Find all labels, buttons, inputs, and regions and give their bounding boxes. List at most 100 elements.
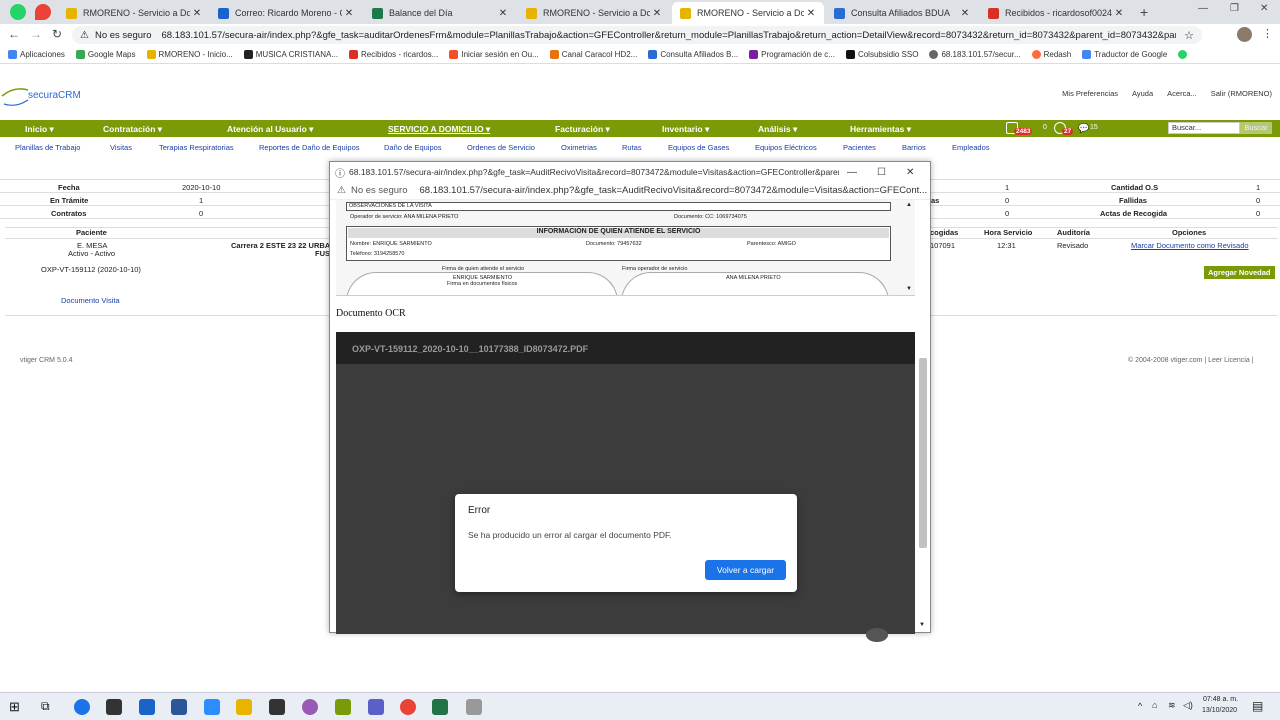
- preferences-link[interactable]: Mis Preferencias: [1062, 89, 1118, 98]
- nav-servicio-domicilio[interactable]: SERVICIO A DOMICILIO ▾: [388, 124, 490, 135]
- about-link[interactable]: Acerca...: [1167, 89, 1197, 98]
- tab-3[interactable]: Balance del Día ✕: [364, 2, 516, 24]
- file-explorer-icon[interactable]: [236, 699, 252, 715]
- tab-1[interactable]: RMORENO - Servicio a Domicil✕: [58, 2, 210, 24]
- bookmark[interactable]: Consulta Afiliados B...: [648, 50, 738, 59]
- app-icon[interactable]: [302, 699, 318, 715]
- task-view-icon[interactable]: ⧉: [41, 699, 50, 714]
- subnav-reportes[interactable]: Reportes de Daño de Equipos: [259, 143, 360, 152]
- maps-pinned-tab[interactable]: [35, 4, 51, 20]
- bookmark[interactable]: Iniciar sesión en Ou...: [449, 50, 539, 59]
- bookmark[interactable]: Colsubsidio SSO: [845, 50, 918, 59]
- zoom-icon[interactable]: [204, 699, 220, 715]
- subnav-visitas[interactable]: Visitas: [110, 143, 132, 152]
- subnav-terapias[interactable]: Terapias Respiratorias: [159, 143, 234, 152]
- notifications-icon[interactable]: ▤: [1252, 699, 1263, 713]
- agregar-novedad-button[interactable]: Agregar Novedad: [1204, 266, 1275, 279]
- terminal-icon[interactable]: [269, 699, 285, 715]
- scroll-up-icon[interactable]: ▲: [906, 202, 912, 208]
- popup-scrollbar[interactable]: [919, 358, 927, 548]
- close-icon[interactable]: ✕: [190, 8, 204, 19]
- help-link[interactable]: Ayuda: [1132, 89, 1153, 98]
- volume-icon[interactable]: ◁): [1183, 700, 1193, 711]
- url-field[interactable]: ⚠ No es seguro 68.183.101.57/secura-air/…: [72, 26, 1202, 44]
- tab-5-active[interactable]: RMORENO - Servicio a Domicil✕: [672, 2, 824, 24]
- clock-date[interactable]: 13/10/2020: [1202, 707, 1237, 714]
- subnav-gases[interactable]: Equipos de Gases: [668, 143, 729, 152]
- scroll-down-icon[interactable]: ▼: [919, 622, 925, 628]
- tab-4[interactable]: RMORENO - Servicio a Domicil✕: [518, 2, 670, 24]
- back-icon[interactable]: ←: [8, 27, 20, 41]
- nav-inicio[interactable]: Inicio ▾: [25, 124, 54, 135]
- restore-icon[interactable]: ❐: [1230, 3, 1239, 14]
- reload-icon[interactable]: ↻: [52, 27, 62, 41]
- bookmark[interactable]: 68.183.101.57/secur...: [929, 50, 1021, 59]
- chat-icon[interactable]: 💬: [1078, 123, 1089, 134]
- reload-button[interactable]: Volver a cargar: [705, 560, 786, 580]
- tab-2[interactable]: Correo: Ricardo Moreno - Outl✕: [210, 2, 362, 24]
- clock-time[interactable]: 07:48 a. m.: [1203, 696, 1238, 703]
- nav-facturacion[interactable]: Facturación ▾: [555, 124, 610, 135]
- word-icon[interactable]: [171, 699, 187, 715]
- mail-app-icon[interactable]: [139, 699, 155, 715]
- excel-icon[interactable]: [432, 699, 448, 715]
- bookmark[interactable]: RMORENO - Inicio...: [146, 50, 233, 59]
- subnav-planillas[interactable]: Planillas de Trabajo: [15, 143, 80, 152]
- maximize-icon[interactable]: ☐: [877, 167, 886, 178]
- scroll-down-icon[interactable]: ▼: [906, 286, 912, 292]
- bookmark[interactable]: Traductor de Google: [1082, 50, 1167, 59]
- pdf-fab-icon[interactable]: [866, 628, 888, 642]
- subnav-pacientes[interactable]: Pacientes: [843, 143, 876, 152]
- app-icon[interactable]: [335, 699, 351, 715]
- logout-link[interactable]: Salir (RMORENO): [1211, 89, 1272, 98]
- bookmark[interactable]: Redash: [1031, 50, 1071, 59]
- bookmark-apps[interactable]: Aplicaciones: [8, 50, 65, 59]
- wifi-icon[interactable]: ≋: [1168, 700, 1176, 711]
- close-icon[interactable]: ✕: [650, 8, 664, 19]
- tab-7[interactable]: Recibidos - ricardosof0024@gr✕: [980, 2, 1132, 24]
- close-icon[interactable]: ✕: [496, 8, 510, 19]
- app-icon[interactable]: [466, 699, 482, 715]
- whatsapp-pinned-tab[interactable]: [10, 4, 26, 20]
- subnav-ordenes[interactable]: Ordenes de Servicio: [467, 143, 535, 152]
- subnav-empleados[interactable]: Empleados: [952, 143, 990, 152]
- subnav-rutas[interactable]: Rutas: [622, 143, 642, 152]
- nav-atencion[interactable]: Atención al Usuario ▾: [227, 124, 313, 135]
- star-icon[interactable]: ☆: [1184, 29, 1194, 42]
- nav-inventario[interactable]: Inventario ▾: [662, 124, 709, 135]
- documento-visita-link[interactable]: Documento Visita: [61, 296, 120, 305]
- edge-icon[interactable]: [74, 699, 90, 715]
- bookmark[interactable]: Recibidos - ricardos...: [348, 50, 438, 59]
- search-button[interactable]: Buscar: [1240, 122, 1272, 134]
- chrome-icon[interactable]: [400, 699, 416, 715]
- close-icon[interactable]: ✕: [804, 8, 818, 19]
- nav-contratacion[interactable]: Contratación ▾: [103, 124, 162, 135]
- whatsapp-icon[interactable]: [1178, 50, 1188, 59]
- marcar-revisado-link[interactable]: Marcar Documento como Revisado: [1131, 241, 1249, 250]
- subnav-dano[interactable]: Daño de Equipos: [384, 143, 442, 152]
- bookmark[interactable]: Canal Caracol HD2...: [549, 50, 637, 59]
- subnav-electricos[interactable]: Equipos Eléctricos: [755, 143, 817, 152]
- teams-icon[interactable]: [368, 699, 384, 715]
- subnav-oximetrias[interactable]: Oximetrias: [561, 143, 597, 152]
- close-icon[interactable]: ✕: [1112, 8, 1126, 19]
- bookmark[interactable]: Google Maps: [75, 50, 136, 59]
- avatar[interactable]: [1237, 27, 1252, 42]
- network-icon[interactable]: ⌂: [1152, 700, 1157, 710]
- close-icon[interactable]: ✕: [958, 8, 972, 19]
- window-close-icon[interactable]: ✕: [1260, 3, 1268, 14]
- windows-start-icon[interactable]: ⊞: [9, 699, 20, 715]
- close-icon[interactable]: ✕: [342, 8, 356, 19]
- tray-chevron-icon[interactable]: ^: [1138, 701, 1142, 711]
- forward-icon[interactable]: →: [30, 27, 42, 41]
- nav-herramientas[interactable]: Herramientas ▾: [850, 124, 911, 135]
- menu-icon[interactable]: ⋮: [1262, 27, 1273, 40]
- close-icon[interactable]: ✕: [906, 167, 914, 178]
- bookmark[interactable]: MUSICA CRISTIANA...: [243, 50, 338, 59]
- bookmark[interactable]: Programación de c...: [749, 50, 835, 59]
- store-icon[interactable]: [106, 699, 122, 715]
- new-tab-icon[interactable]: +: [1140, 4, 1148, 20]
- subnav-barrios[interactable]: Barrios: [902, 143, 926, 152]
- search-input[interactable]: Buscar...: [1168, 122, 1240, 134]
- minimize-icon[interactable]: —: [1198, 3, 1208, 14]
